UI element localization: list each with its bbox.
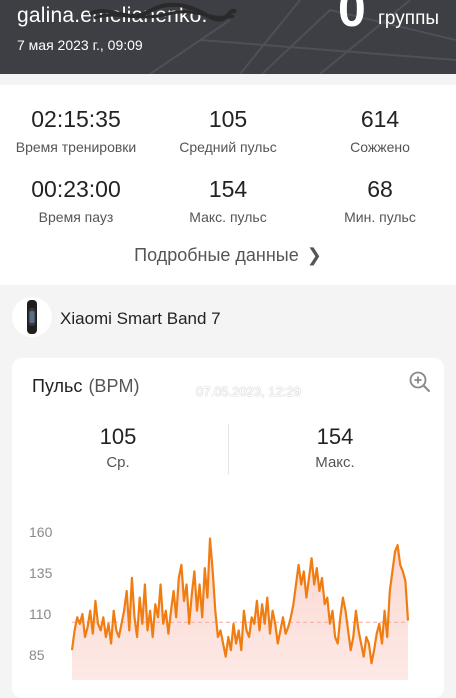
stat-label: Сожжено (350, 139, 410, 155)
pulse-area-fill (72, 538, 408, 680)
stat-calories: 614 Сожжено (300, 105, 456, 155)
workout-header: galina.emelianenko. 7 мая 2023 г., 09:09… (0, 0, 456, 74)
stat-value: 00:23:00 (31, 176, 121, 202)
pulse-max-label: Макс. (315, 454, 355, 471)
pulse-title: Пульс (BPM) (32, 376, 139, 397)
stat-pause-time: 00:23:00 Время пауз (0, 175, 156, 225)
group-label: группы (378, 8, 440, 29)
timestamp-watermark: 07.05.2023, 12:29 (196, 384, 301, 399)
stat-label: Время пауз (38, 209, 114, 225)
smart-band-icon (12, 297, 52, 337)
pulse-max: 154 Макс. (255, 424, 415, 471)
stat-value: 614 (360, 106, 400, 132)
y-tick-label: 135 (29, 565, 53, 581)
pulse-card: Пульс (BPM) 07.05.2023, 12:29 105 Ср. 154… (12, 358, 444, 698)
stat-min-pulse: 68 Мин. пульс (300, 175, 456, 225)
redaction-scribble (89, 2, 238, 22)
workout-stats-card: 02:15:35 Время тренировки 105 Средний пу… (0, 85, 456, 285)
pulse-average-label: Ср. (106, 454, 130, 471)
pulse-average-value: 105 (99, 424, 137, 449)
pulse-max-value: 154 (316, 424, 354, 449)
device-name: Xiaomi Smart Band 7 (60, 309, 221, 328)
y-tick-label: 160 (29, 524, 53, 540)
pulse-average: 105 Ср. (38, 424, 198, 471)
stat-value: 02:15:35 (31, 106, 121, 132)
divider (228, 424, 229, 474)
details-link[interactable]: Подробные данные ❯ (0, 245, 456, 266)
group-count: 0 (338, 0, 366, 37)
y-tick-label: 85 (29, 647, 45, 663)
stat-value: 68 (367, 176, 393, 202)
pulse-title-text: Пульс (32, 376, 83, 396)
zoom-in-icon[interactable] (408, 370, 432, 394)
stat-max-pulse: 154 Макс. пульс (148, 175, 308, 225)
workout-datetime: 7 мая 2023 г., 09:09 (17, 37, 143, 53)
stat-average-pulse: 105 Средний пульс (148, 105, 308, 155)
stat-label: Время тренировки (15, 139, 137, 155)
details-link-label: Подробные данные (134, 245, 299, 265)
pulse-chart: 160 135 110 85 (29, 524, 410, 680)
chevron-right-icon: ❯ (306, 245, 322, 265)
stat-workout-time: 02:15:35 Время тренировки (0, 105, 156, 155)
y-tick-label: 110 (29, 606, 52, 622)
pulse-unit: (BPM) (88, 376, 140, 396)
stat-label: Мин. пульс (344, 209, 416, 225)
stat-value: 154 (208, 176, 248, 202)
stat-value: 105 (208, 106, 248, 132)
stat-label: Средний пульс (179, 139, 277, 155)
stat-label: Макс. пульс (189, 209, 267, 225)
